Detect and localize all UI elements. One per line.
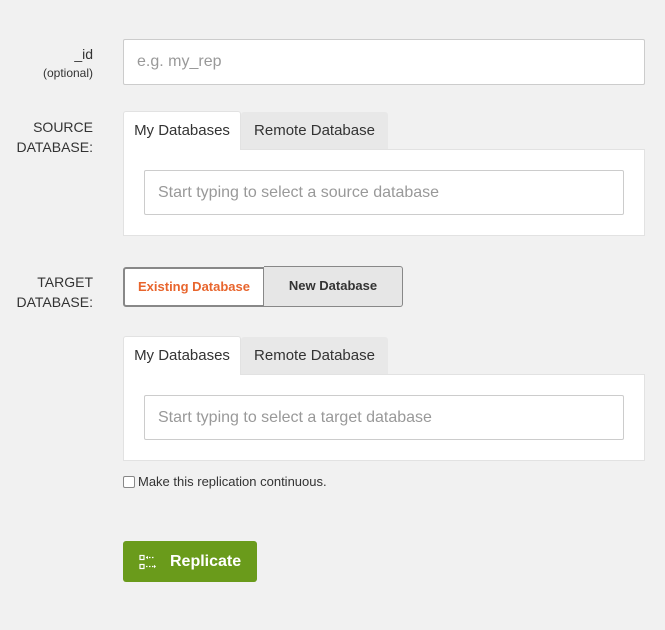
source-tab-my-databases[interactable]: My Databases [123, 111, 241, 150]
id-label-group: _id (optional) [0, 44, 93, 82]
source-label-line2: DATABASE: [16, 139, 93, 155]
continuous-checkbox[interactable] [123, 476, 135, 488]
new-database-toggle[interactable]: New Database [264, 266, 403, 307]
replicate-icon [139, 554, 157, 570]
target-database-input[interactable] [144, 395, 624, 440]
target-tab-remote-database[interactable]: Remote Database [241, 337, 388, 374]
source-database-label: SOURCE DATABASE: [0, 117, 93, 157]
continuous-label[interactable]: Make this replication continuous. [138, 474, 327, 490]
source-tab-remote-database[interactable]: Remote Database [241, 112, 388, 149]
existing-database-toggle[interactable]: Existing Database [123, 267, 264, 307]
replicate-button[interactable]: Replicate [123, 541, 257, 582]
id-optional-label: (optional) [42, 66, 93, 80]
target-label-line2: DATABASE: [16, 294, 93, 310]
source-database-input[interactable] [144, 170, 624, 215]
target-database-label: TARGET DATABASE: [0, 272, 93, 312]
target-tab-my-databases[interactable]: My Databases [123, 336, 241, 375]
id-input[interactable] [123, 39, 645, 85]
id-label: _id [74, 46, 93, 62]
target-label-line1: TARGET [37, 274, 93, 290]
replicate-button-label: Replicate [170, 552, 242, 570]
source-label-line1: SOURCE [33, 119, 93, 135]
